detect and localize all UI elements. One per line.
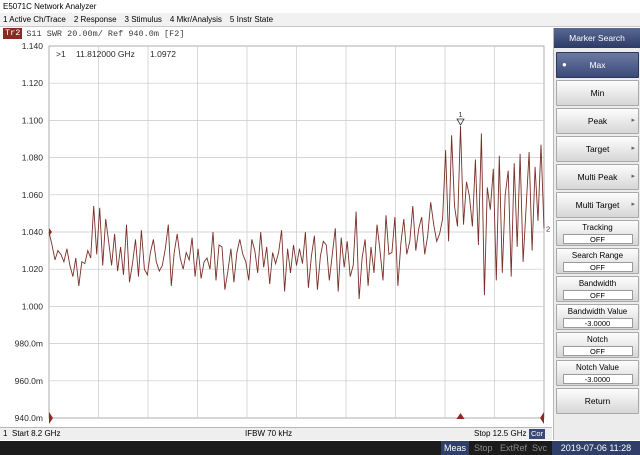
marker-readout-frequency: 11.812000 GHz (76, 49, 135, 59)
extref-indicator: ExtRef (500, 443, 528, 453)
plot-grid (48, 45, 545, 419)
y-tick-label: 1.000 (22, 301, 44, 311)
submenu-arrow-icon: ▸ (631, 145, 635, 152)
meas-indicator: Meas (441, 441, 470, 455)
stop-indicator: Stop (474, 443, 493, 453)
multi-target-label: Multi Target (575, 200, 620, 210)
notch-label: Notch (587, 335, 608, 344)
svc-indicator: Svc (532, 443, 548, 453)
menu-mkr-analysis[interactable]: 4 Mkr/Analysis (170, 13, 222, 27)
min-button[interactable]: Min (556, 80, 639, 106)
target-label: Target (585, 144, 610, 154)
notch-button[interactable]: Notch OFF (556, 332, 639, 358)
menu-active-ch-trace[interactable]: 1 Active Ch/Trace (3, 13, 66, 27)
stop-frequency[interactable]: Stop 12.5 GHz (474, 428, 526, 440)
marker-1-position-triangle-icon (456, 413, 465, 419)
softkey-panel: Marker Search ● Max Min Peak ▸ Target ▸ … (553, 28, 640, 440)
menu-instr-state[interactable]: 5 Instr State (230, 13, 273, 27)
notch-value-label: Notch Value (576, 363, 619, 372)
y-tick-label: 1.020 (22, 264, 44, 274)
stop-edge-marker-icon (540, 412, 544, 424)
bandwidth-value-field[interactable]: -3.0000 (562, 318, 633, 328)
notch-value-field[interactable]: -3.0000 (562, 374, 633, 384)
min-label: Min (590, 88, 605, 98)
menu-stimulus[interactable]: 3 Stimulus (125, 13, 162, 27)
marker-1-label: 1 (458, 110, 462, 119)
submenu-arrow-icon: ▸ (631, 173, 635, 180)
tracking-value: OFF (562, 234, 633, 244)
submenu-arrow-icon: ▸ (631, 117, 635, 124)
channel-status-bar: 1 Start 8.2 GHz IFBW 70 kHz Stop 12.5 GH… (0, 427, 552, 440)
instrument-status-bar: Meas Stop ExtRef Svc 2019-07-06 11:28 (0, 441, 640, 455)
bandwidth-label: Bandwidth (578, 279, 617, 288)
trace-settings: S11 SWR 20.00m/ Ref 940.0m [F2] (26, 28, 185, 39)
y-tick-label: 1.040 (22, 227, 44, 237)
datetime: 2019-07-06 11:28 (552, 441, 640, 455)
multi-peak-label: Multi Peak (577, 172, 618, 182)
y-axis-ticks: 1.140 1.120 1.100 1.080 1.060 1.040 1.020 1.000… (15, 41, 44, 423)
tracking-label: Tracking (582, 223, 613, 232)
multi-target-button[interactable]: Multi Target ▸ (556, 192, 639, 218)
marker-1-triangle-icon (456, 118, 465, 126)
marker-2-label: 2 (546, 224, 550, 233)
search-range-button[interactable]: Search Range OFF (556, 248, 639, 274)
peak-button[interactable]: Peak ▸ (556, 108, 639, 134)
window-title: E5071C Network Analyzer (0, 0, 640, 13)
start-frequency[interactable]: Start 8.2 GHz (12, 428, 60, 440)
y-tick-label: 1.100 (22, 115, 44, 125)
reference-level-marker-icon (49, 228, 52, 236)
return-button[interactable]: Return (556, 388, 639, 414)
start-edge-marker-icon (49, 412, 53, 424)
selected-dot-icon: ● (562, 60, 567, 69)
marker-readout: >1 11.812000 GHz 1.0972 (56, 49, 176, 59)
y-tick-label: 1.140 (22, 41, 44, 51)
search-range-value: OFF (562, 262, 633, 272)
menu-response[interactable]: 2 Response (74, 13, 117, 27)
search-range-label: Search Range (571, 251, 624, 260)
bandwidth-button[interactable]: Bandwidth OFF (556, 276, 639, 302)
y-tick-label: 940.0m (15, 413, 43, 423)
return-label: Return (584, 396, 611, 406)
bandwidth-value: OFF (562, 290, 633, 300)
notch-value-button[interactable]: Notch Value -3.0000 (556, 360, 639, 386)
y-tick-label: 1.120 (22, 78, 44, 88)
bandwidth-value-button[interactable]: Bandwidth Value -3.0000 (556, 304, 639, 330)
y-tick-label: 1.060 (22, 190, 44, 200)
ifbw[interactable]: IFBW 70 kHz (245, 428, 292, 440)
target-button[interactable]: Target ▸ (556, 136, 639, 162)
notch-value: OFF (562, 346, 633, 356)
max-label: Max (589, 60, 606, 70)
correction-badge: Cor (529, 429, 546, 439)
y-tick-label: 960.0m (15, 376, 43, 386)
y-tick-label: 1.080 (22, 153, 44, 163)
peak-label: Peak (587, 116, 608, 126)
tracking-button[interactable]: Tracking OFF (556, 220, 639, 246)
menu-bar: 1 Active Ch/Trace 2 Response 3 Stimulus … (0, 13, 640, 27)
submenu-arrow-icon: ▸ (631, 201, 635, 208)
bandwidth-value-label: Bandwidth Value (567, 307, 628, 316)
y-tick-label: 980.0m (15, 339, 43, 349)
marker-readout-index: >1 (56, 49, 66, 59)
trace-plot: 1.140 1.120 1.100 1.080 1.060 1.040 1.020 1.000… (15, 41, 550, 424)
channel-number: 1 (3, 429, 8, 438)
multi-peak-button[interactable]: Multi Peak ▸ (556, 164, 639, 190)
panel-title: Marker Search (554, 28, 640, 48)
marker-readout-value: 1.0972 (150, 49, 176, 59)
max-button[interactable]: ● Max (556, 52, 639, 78)
